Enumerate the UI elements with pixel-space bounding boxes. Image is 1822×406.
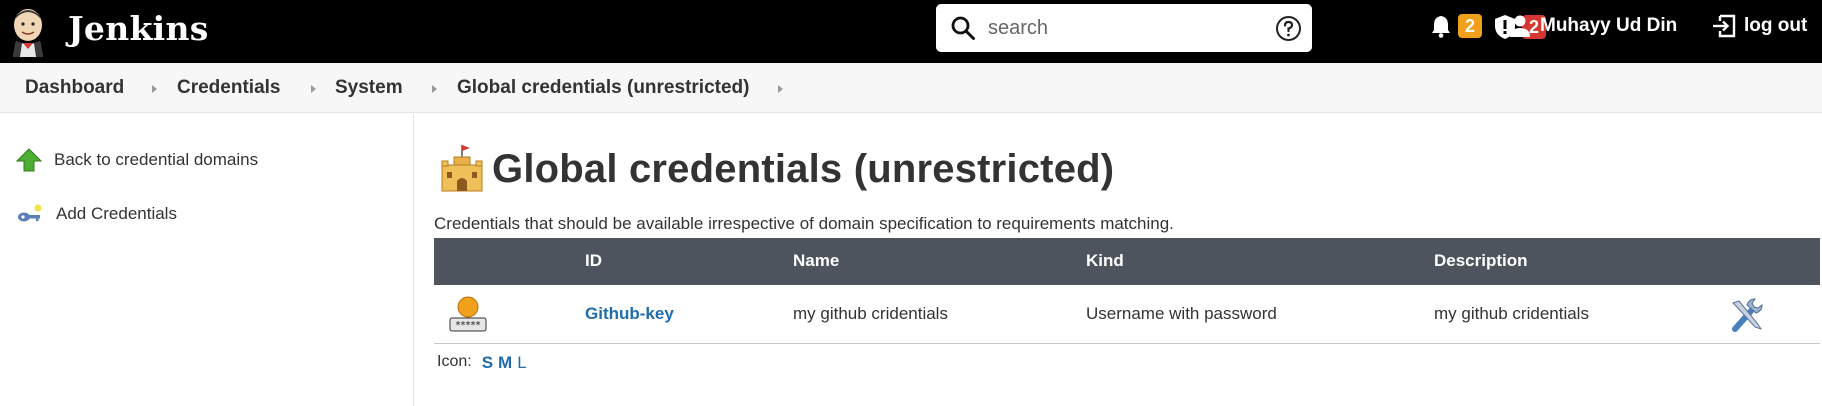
breadcrumb-global-credentials[interactable]: Global credentials (unrestricted) (457, 77, 749, 99)
icon-size-label: Icon: (437, 353, 472, 370)
logout-label: log out (1744, 15, 1808, 36)
notifications-button[interactable]: 2 (1430, 14, 1482, 38)
search-input[interactable] (988, 10, 1258, 46)
credentials-table: ID Name Kind Description ***** Github-ke… (434, 238, 1820, 344)
breadcrumb: Dashboard Credentials System Global cred… (0, 63, 1822, 113)
page-header: Global credentials (unrestricted) (438, 143, 1114, 195)
help-icon[interactable] (1275, 15, 1302, 42)
bell-icon (1432, 16, 1450, 38)
top-header: Jenkins 2 2 (0, 0, 1822, 63)
user-icon (1510, 15, 1530, 37)
user-name: Muhayy Ud Din (1540, 15, 1678, 36)
logout-button[interactable]: log out (1711, 14, 1807, 38)
credential-user-icon: ***** (449, 296, 487, 332)
svg-text:*****: ***** (456, 320, 481, 331)
notifications-badge: 2 (1458, 14, 1482, 38)
table-header: ID Name Kind Description (434, 238, 1820, 285)
breadcrumb-system[interactable]: System (335, 77, 403, 99)
page-description: Credentials that should be available irr… (434, 214, 1174, 233)
search-icon (951, 16, 975, 40)
breadcrumb-separator[interactable] (778, 85, 783, 93)
castle-icon (441, 145, 483, 192)
user-link[interactable]: Muhayy Ud Din (1508, 14, 1677, 38)
sidebar-item-label: Add Credentials (56, 204, 177, 223)
column-header-kind[interactable]: Kind (1086, 251, 1124, 271)
icon-size-selector: Icon: S M L (437, 353, 532, 373)
credential-id-link[interactable]: Github-key (585, 304, 674, 324)
breadcrumb-separator[interactable] (432, 85, 437, 93)
breadcrumb-separator[interactable] (311, 85, 316, 93)
search-box (936, 4, 1312, 52)
key-icon (18, 204, 42, 222)
credential-kind: Username with password (1086, 304, 1277, 323)
sidebar-item-add-credentials[interactable]: Add Credentials (16, 202, 177, 226)
up-arrow-icon (16, 148, 42, 172)
credential-description: my github cridentials (1434, 304, 1589, 323)
page-title: Global credentials (unrestricted) (492, 146, 1115, 191)
column-header-name[interactable]: Name (793, 251, 839, 271)
column-header-id[interactable]: ID (585, 251, 602, 271)
credential-name: my github cridentials (793, 304, 948, 323)
icon-size-medium[interactable]: M (498, 353, 512, 373)
logout-icon (1713, 14, 1736, 38)
breadcrumb-separator[interactable] (152, 85, 157, 93)
breadcrumb-dashboard[interactable]: Dashboard (25, 77, 124, 99)
jenkins-logo[interactable]: Jenkins (8, 3, 208, 57)
sidebar-item-back-to-domains[interactable]: Back to credential domains (16, 148, 258, 172)
icon-size-small[interactable]: S (482, 353, 493, 373)
column-header-description[interactable]: Description (1434, 251, 1528, 271)
configure-wrench-icon[interactable] (1729, 297, 1765, 333)
sidebar-item-label: Back to credential domains (54, 150, 259, 169)
icon-size-large[interactable]: L (517, 353, 526, 373)
breadcrumb-credentials[interactable]: Credentials (177, 77, 280, 99)
app-name: Jenkins (68, 9, 209, 48)
sidebar: Back to credential domains Add Credentia… (0, 114, 414, 406)
jenkins-butler-icon (13, 9, 43, 57)
table-row: ***** Github-key my github cridentials U… (434, 285, 1820, 344)
